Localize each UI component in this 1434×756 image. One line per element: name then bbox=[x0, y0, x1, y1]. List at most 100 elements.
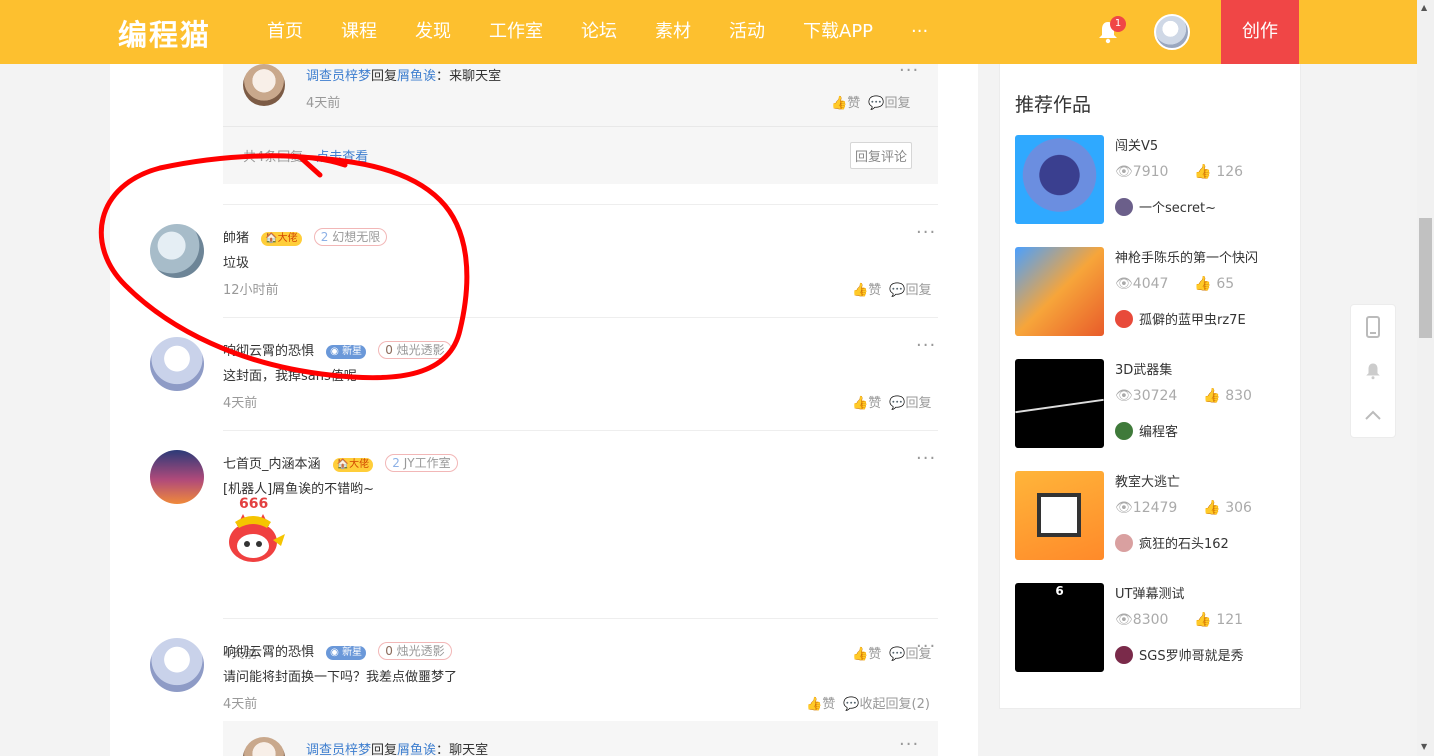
scroll-up-arrow-icon[interactable]: ▲ bbox=[1421, 3, 1427, 12]
work-title[interactable]: 3D武器集 bbox=[1115, 359, 1172, 378]
mobile-icon[interactable] bbox=[1351, 305, 1395, 349]
site-logo[interactable]: 编程猫 bbox=[118, 12, 211, 54]
nav-download-app[interactable]: 下载APP bbox=[784, 0, 892, 64]
commenter-avatar[interactable] bbox=[150, 638, 204, 692]
commenter-name[interactable]: 响彻云霄的恐惧 bbox=[223, 645, 314, 660]
collapse-replies-label[interactable]: 收起回复(2) bbox=[860, 697, 930, 712]
nav-studio[interactable]: 工作室 bbox=[470, 0, 562, 64]
recommended-work[interactable]: 6 UT弹幕测试 👁8300 👍 121 SGS罗帅哥就是秀 bbox=[1015, 583, 1295, 673]
sub-reply-avatar[interactable] bbox=[243, 737, 285, 756]
sub-reply-target[interactable]: 屑鱼诶 bbox=[397, 69, 436, 84]
sub-reply-avatar[interactable] bbox=[243, 64, 285, 106]
sub-reply-target[interactable]: 屑鱼诶 bbox=[397, 743, 436, 756]
sub-reply-author[interactable]: 调查员梓梦 bbox=[306, 743, 371, 756]
work-author[interactable]: 孤僻的蓝甲虫rz7E bbox=[1115, 309, 1246, 328]
nav-events[interactable]: 活动 bbox=[710, 0, 784, 64]
reply-label[interactable]: 回复 bbox=[906, 283, 932, 298]
reply-icon[interactable]: 💬 bbox=[889, 647, 905, 662]
commenter-info: 帥猪 🏠大佬 2 幻想无限 bbox=[223, 227, 388, 246]
work-thumbnail[interactable]: 6 bbox=[1015, 583, 1104, 672]
back-to-top-icon[interactable] bbox=[1351, 393, 1395, 437]
like-icon[interactable]: 👍 bbox=[852, 396, 868, 411]
scroll-thumb[interactable] bbox=[1419, 218, 1432, 338]
recommended-work[interactable]: 神枪手陈乐的第一个快闪 👁4047 👍 65 孤僻的蓝甲虫rz7E bbox=[1015, 247, 1295, 337]
studio-badge[interactable]: 2 幻想无限 bbox=[313, 228, 388, 246]
nav-more[interactable]: ··· bbox=[892, 0, 947, 64]
sub-reply-text: 聊天室 bbox=[449, 743, 489, 756]
sticker-image[interactable]: 666 bbox=[223, 496, 295, 568]
like-label[interactable]: 赞 bbox=[868, 647, 881, 662]
more-icon[interactable]: ··· bbox=[899, 64, 919, 81]
studio-name: 烛光透影 bbox=[396, 644, 445, 658]
commenter-avatar[interactable] bbox=[150, 450, 204, 504]
commenter-info: 响彻云霄的恐惧 ◉ 新星 0 烛光透影 bbox=[223, 641, 452, 660]
nav-courses[interactable]: 课程 bbox=[322, 0, 396, 64]
work-author[interactable]: 编程客 bbox=[1115, 421, 1178, 440]
commenter-name[interactable]: 七首页_内涵本涵 bbox=[223, 457, 321, 472]
reply-comment-button[interactable]: 回复评论 bbox=[850, 142, 913, 169]
sub-reply-time: 4天前 bbox=[306, 96, 341, 111]
view-replies-link[interactable]: 点击查看 bbox=[316, 150, 368, 165]
page-scrollbar[interactable]: ▲ ▼ bbox=[1417, 0, 1434, 756]
more-icon[interactable]: ··· bbox=[916, 448, 936, 469]
work-likes: 830 bbox=[1225, 388, 1252, 404]
nav-assets[interactable]: 素材 bbox=[636, 0, 710, 64]
create-button[interactable]: 创作 bbox=[1221, 0, 1299, 64]
work-author[interactable]: SGS罗帅哥就是秀 bbox=[1115, 645, 1244, 664]
work-author[interactable]: 疯狂的石头162 bbox=[1115, 533, 1229, 552]
work-thumbnail[interactable] bbox=[1015, 471, 1104, 560]
work-thumbnail[interactable] bbox=[1015, 135, 1104, 224]
comment-text: 请问能将封面换一下吗？我差点做噩梦了 bbox=[223, 670, 458, 685]
like-label[interactable]: 赞 bbox=[868, 396, 881, 411]
more-icon[interactable]: ··· bbox=[916, 335, 936, 356]
sub-reply-content: 调查员梓梦回复屑鱼诶：来聊天室 bbox=[306, 65, 501, 84]
like-label[interactable]: 赞 bbox=[847, 96, 860, 111]
like-icon[interactable]: 👍 bbox=[806, 697, 822, 712]
reply-label[interactable]: 回复 bbox=[906, 396, 932, 411]
reply-icon[interactable]: 💬 bbox=[889, 396, 905, 411]
thumb-number: 6 bbox=[1055, 584, 1064, 598]
reply-icon[interactable]: 💬 bbox=[889, 283, 905, 298]
work-thumbnail[interactable] bbox=[1015, 359, 1104, 448]
work-thumbnail[interactable] bbox=[1015, 247, 1104, 336]
commenter-avatar[interactable] bbox=[150, 224, 204, 278]
more-icon[interactable]: ··· bbox=[899, 734, 919, 755]
more-icon[interactable]: ··· bbox=[916, 636, 936, 657]
nav-discover[interactable]: 发现 bbox=[396, 0, 470, 64]
like-label[interactable]: 赞 bbox=[822, 697, 835, 712]
like-label[interactable]: 赞 bbox=[868, 283, 881, 298]
sticker-caption: 666 bbox=[239, 496, 269, 512]
reply-icon[interactable]: 💬 bbox=[843, 697, 859, 712]
reply-icon[interactable]: 💬 bbox=[868, 96, 884, 111]
divider bbox=[223, 204, 938, 205]
author-name: 孤僻的蓝甲虫rz7E bbox=[1139, 313, 1246, 328]
studio-badge[interactable]: 2 JY工作室 bbox=[385, 454, 458, 472]
user-avatar[interactable] bbox=[1154, 14, 1190, 50]
like-icon[interactable]: 👍 bbox=[852, 647, 868, 662]
commenter-name[interactable]: 响彻云霄的恐惧 bbox=[223, 344, 314, 359]
recommended-work[interactable]: 3D武器集 👁30724 👍 830 编程客 bbox=[1015, 359, 1295, 449]
nav-forum[interactable]: 论坛 bbox=[562, 0, 636, 64]
notification-bell-icon[interactable] bbox=[1351, 349, 1395, 393]
reply-label[interactable]: 回复 bbox=[885, 96, 911, 111]
recommended-work[interactable]: 教室大逃亡 👁12479 👍 306 疯狂的石头162 bbox=[1015, 471, 1295, 561]
sub-reply-author[interactable]: 调查员梓梦 bbox=[306, 69, 371, 84]
studio-badge[interactable]: 0 烛光透影 bbox=[378, 341, 452, 359]
work-author[interactable]: 一个secret~ bbox=[1115, 197, 1216, 216]
more-icon[interactable]: ··· bbox=[916, 222, 936, 243]
like-icon[interactable]: 👍 bbox=[831, 96, 847, 111]
commenter-name[interactable]: 帥猪 bbox=[223, 231, 249, 246]
author-avatar bbox=[1115, 534, 1133, 552]
scroll-down-arrow-icon[interactable]: ▼ bbox=[1421, 742, 1427, 751]
nav-home[interactable]: 首页 bbox=[248, 0, 322, 64]
work-title[interactable]: 教室大逃亡 bbox=[1115, 471, 1180, 490]
commenter-avatar[interactable] bbox=[150, 337, 204, 391]
work-title[interactable]: UT弹幕测试 bbox=[1115, 583, 1184, 602]
work-views: 7910 bbox=[1132, 164, 1169, 180]
like-icon[interactable]: 👍 bbox=[852, 283, 868, 298]
studio-badge[interactable]: 0 烛光透影 bbox=[378, 642, 452, 660]
work-title[interactable]: 神枪手陈乐的第一个快闪 bbox=[1115, 247, 1258, 266]
recommended-work[interactable]: 闯关V5 👁7910 👍 126 一个secret~ bbox=[1015, 135, 1295, 225]
work-title[interactable]: 闯关V5 bbox=[1115, 135, 1158, 154]
rank-badge: 🏠大佬 bbox=[261, 232, 302, 246]
